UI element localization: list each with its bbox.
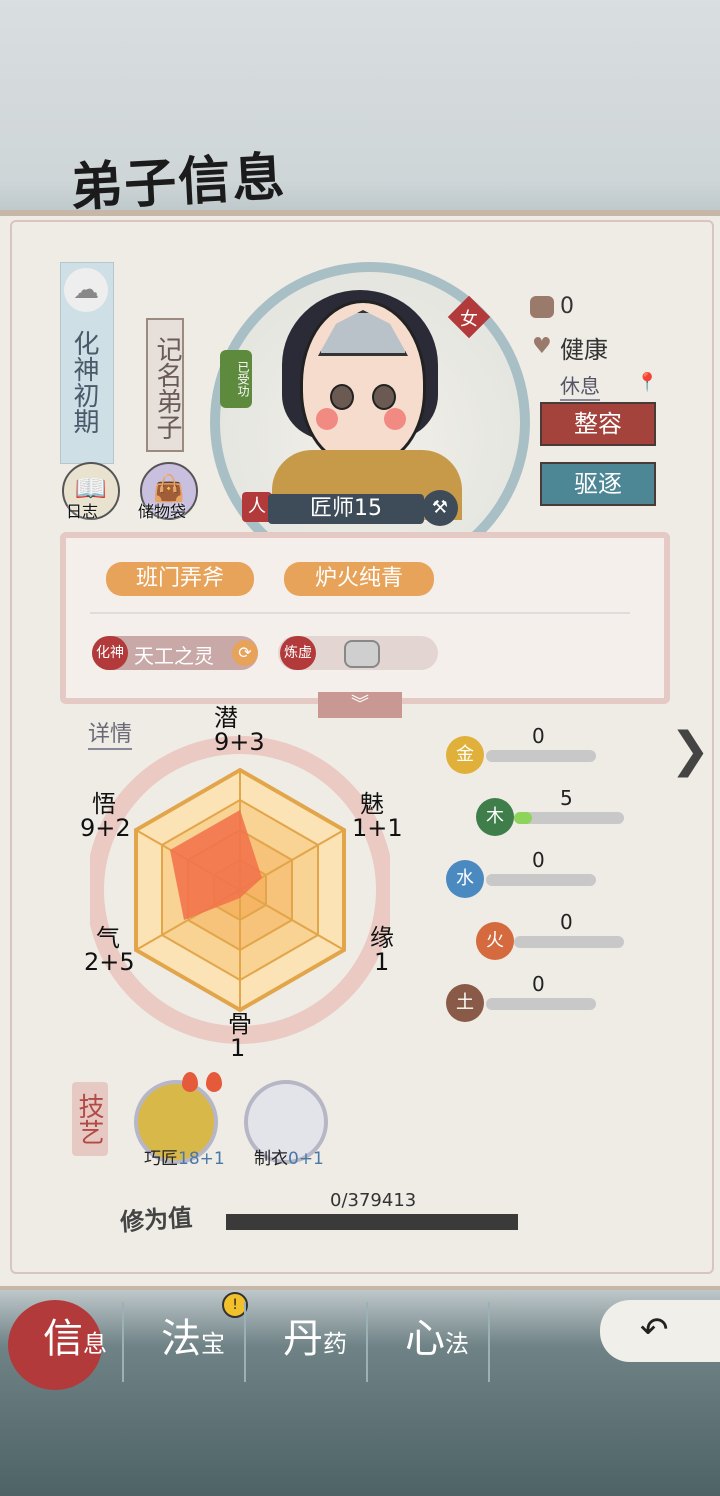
element-icon: 木 (476, 798, 514, 836)
tab-technique-main: 心 (405, 1316, 445, 1362)
stat-charm-value: 1+1 (352, 814, 403, 842)
health-status: 健康 (560, 336, 608, 364)
stat-charm-name: 魅 (360, 790, 384, 818)
skills-label: 技艺 (72, 1082, 108, 1156)
tab-treasure-main: 法 (161, 1316, 201, 1362)
fire-icon (206, 1072, 222, 1092)
right-cheek (384, 408, 406, 430)
element-value: 0 (532, 724, 545, 748)
trait-tag[interactable]: 炉火纯青 (284, 562, 434, 596)
stat-potential-name: 潜 (214, 704, 238, 732)
element-bar-fill (514, 812, 532, 824)
traits-divider (90, 612, 630, 614)
refine-item-icon (344, 640, 380, 668)
left-eye (330, 384, 354, 410)
swap-icon[interactable]: ⟳ (232, 640, 258, 666)
element-icon: 火 (476, 922, 514, 960)
next-disciple-arrow-icon[interactable]: ❯ (670, 722, 710, 778)
diary-label: 日志 (66, 502, 99, 521)
activity-link[interactable]: 休息 (560, 370, 600, 401)
tab-elixir-main: 丹 (283, 1316, 323, 1362)
stat-potential-value: 9+3 (214, 728, 265, 756)
element-bar (514, 936, 624, 948)
stat-bone-name: 骨 (228, 1010, 252, 1038)
mood-value: 0 (560, 294, 574, 319)
stat-bone-value: 1 (230, 1034, 246, 1062)
stat-qi-value: 2+5 (84, 948, 135, 976)
skill-value: 18+1 (178, 1149, 225, 1169)
traits-panel (60, 532, 670, 704)
mood-icon (530, 296, 554, 318)
job-label: 匠师15 (268, 494, 424, 524)
heart-icon: ♥ (532, 334, 552, 359)
realm-label: 化神初期 (69, 330, 99, 434)
tab-info[interactable]: 信息 (14, 1306, 136, 1396)
nav-divider (488, 1302, 490, 1382)
tab-elixir[interactable]: 丹药 (254, 1306, 376, 1396)
element-value: 5 (560, 786, 573, 810)
element-icon: 金 (446, 736, 484, 774)
spirit-root-name: 天工之灵 (134, 644, 214, 668)
tab-elixir-sub: 药 (323, 1330, 347, 1358)
expand-chevron-icon[interactable]: ︾ (318, 692, 402, 718)
nav-divider (366, 1302, 368, 1382)
tab-technique[interactable]: 心法 (376, 1306, 498, 1396)
tool-icon[interactable]: ⚒ (422, 490, 458, 526)
element-icon: 土 (446, 984, 484, 1022)
left-cheek (316, 408, 338, 430)
tab-technique-sub: 法 (445, 1330, 469, 1358)
tab-treasure-sub: 宝 (201, 1330, 225, 1358)
cultivated-tag: 已受功 (220, 350, 252, 408)
cultivation-bar (226, 1214, 518, 1230)
cultivation-progress: 0/379413 (330, 1190, 417, 1211)
storage-bag-label: 储物袋 (138, 502, 187, 521)
nav-divider (244, 1302, 246, 1382)
stat-luck-name: 缘 (370, 924, 394, 952)
right-eye (372, 384, 396, 410)
gender-label: 女 (460, 309, 478, 330)
back-arrow-icon: ↶ (640, 1310, 669, 1350)
stat-luck-value: 1 (374, 948, 390, 976)
expel-button[interactable]: 驱逐 (540, 462, 656, 506)
tab-treasure[interactable]: 法宝 (132, 1306, 254, 1396)
page-title: 弟子信息 (68, 146, 288, 219)
tab-info-main: 信 (43, 1316, 83, 1362)
element-icon: 水 (446, 860, 484, 898)
skill-craftsman: 巧匠18+1 (144, 1144, 225, 1169)
skill-value: 0+1 (288, 1149, 324, 1169)
stat-insight-value: 9+2 (80, 814, 131, 842)
element-value: 0 (560, 910, 573, 934)
tab-info-sub: 息 (83, 1330, 107, 1358)
skill-name: 巧匠 (144, 1149, 178, 1169)
element-bar (486, 874, 596, 886)
spirit-stage-badge: 化神 (92, 636, 128, 670)
refine-stage-badge: 炼虚 (280, 636, 316, 670)
nav-divider (122, 1302, 124, 1382)
stat-qi-name: 气 (96, 924, 120, 952)
fire-icon (182, 1072, 198, 1092)
location-pin-icon[interactable]: 📍 (636, 372, 658, 393)
element-bar (486, 750, 596, 762)
trait-tag[interactable]: 班门弄斧 (106, 562, 254, 596)
cultivation-label: 修为值 (119, 1202, 194, 1237)
skill-tailoring: 制衣0+1 (254, 1144, 324, 1169)
element-bar (486, 998, 596, 1010)
cloud-icon: ☁ (64, 268, 108, 312)
element-value: 0 (532, 848, 545, 872)
rank-label: 记名弟子 (146, 318, 184, 452)
element-value: 0 (532, 972, 545, 996)
stat-insight-name: 悟 (92, 790, 116, 818)
skill-name: 制衣 (254, 1149, 288, 1169)
makeover-button[interactable]: 整容 (540, 402, 656, 446)
